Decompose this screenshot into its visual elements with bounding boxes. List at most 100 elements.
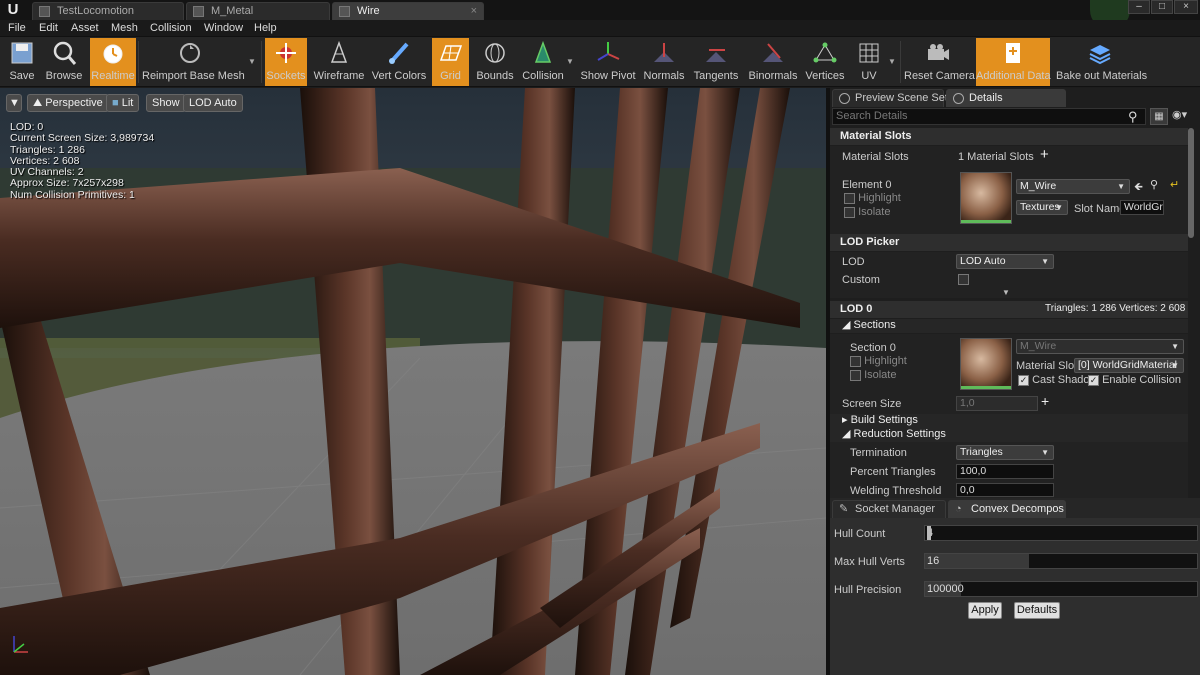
grid-button[interactable]: Grid <box>432 38 469 86</box>
menu-help[interactable]: Help <box>254 22 277 34</box>
slot-name-field[interactable]: WorldGrid <box>1120 200 1164 215</box>
reset-camera-button[interactable]: Reset Camera <box>904 38 975 86</box>
menu-window[interactable]: Window <box>204 22 243 34</box>
lod-value: LOD Auto <box>960 255 1006 267</box>
binormals-button[interactable]: Binormals <box>747 38 799 86</box>
unreal-logo-icon[interactable]: U <box>4 1 22 19</box>
sockets-button[interactable]: Sockets <box>265 38 307 86</box>
menu-mesh[interactable]: Mesh <box>111 22 138 34</box>
save-button[interactable]: Save <box>2 38 42 86</box>
custom-checkbox[interactable] <box>958 274 969 285</box>
enable-collision-checkbox[interactable]: ✓ Enable Collision <box>1088 374 1181 386</box>
uv-dropdown-arrow-icon[interactable]: ▼ <box>888 57 896 66</box>
axis-gizmo-icon <box>13 636 28 653</box>
chevron-down-icon: ▼ <box>1041 448 1049 457</box>
vertices-button[interactable]: Vertices <box>804 38 846 86</box>
close-window-button[interactable]: × <box>1174 0 1198 14</box>
view-options-grid-icon[interactable]: ▦ <box>1150 108 1168 125</box>
tab-m-metal[interactable]: M_Metal <box>186 2 330 20</box>
use-selected-arrow-icon[interactable]: 🡸 <box>1134 178 1143 197</box>
close-tab-icon[interactable]: × <box>471 3 477 20</box>
reduction-settings-header[interactable]: ◢ Reduction Settings <box>830 428 1188 442</box>
highlight-checkbox[interactable]: Highlight <box>844 192 901 204</box>
bounds-button[interactable]: Bounds <box>475 38 515 86</box>
uv-button[interactable]: UV <box>852 38 886 86</box>
tab-convex-decomposition[interactable]: ◔ Convex Decompos <box>948 500 1066 518</box>
tab-wire[interactable]: Wire × <box>332 2 484 20</box>
percent-triangles-field[interactable]: 100,0 <box>956 464 1054 479</box>
tab-socket-manager[interactable]: ✎ Socket Manager <box>832 500 946 518</box>
menu-collision[interactable]: Collision <box>150 22 192 34</box>
section-material-thumbnail[interactable] <box>960 338 1012 390</box>
lod-picker-header[interactable]: LOD Picker <box>830 234 1188 251</box>
lod0-header[interactable]: LOD 0 Triangles: 1 286 Vertices: 2 608 <box>830 301 1188 318</box>
termination-dropdown[interactable]: Triangles ▼ <box>956 445 1054 460</box>
menu-bar: File Edit Asset Mesh Collision Window He… <box>0 20 1200 37</box>
add-screen-size-icon[interactable]: + <box>1041 393 1049 409</box>
cast-shadow-checkbox[interactable]: ✓ Cast Shadow <box>1018 374 1098 386</box>
tab-details[interactable]: Details <box>946 89 1066 107</box>
lod-auto-button[interactable]: LOD Auto <box>183 94 243 112</box>
minimize-button[interactable]: – <box>1128 0 1150 14</box>
reimport-base-mesh-button[interactable]: Reimport Base Mesh <box>142 38 245 86</box>
section-highlight-checkbox[interactable]: Highlight <box>850 355 907 367</box>
menu-file[interactable]: File <box>8 22 26 34</box>
expand-arrow-icon[interactable]: ▼ <box>1002 288 1010 297</box>
menu-edit[interactable]: Edit <box>39 22 58 34</box>
material-slots-header[interactable]: Material Slots <box>830 128 1188 145</box>
hull-count-slider[interactable]: 4 <box>924 525 1198 541</box>
material-slots-count: 1 Material Slots <box>958 151 1034 163</box>
tab-label: Details <box>969 92 1003 104</box>
tangents-button[interactable]: Tangents <box>692 38 740 86</box>
realtime-button[interactable]: Realtime <box>90 38 136 86</box>
material-thumbnail[interactable] <box>960 172 1012 224</box>
details-scrollbar[interactable] <box>1188 128 1194 238</box>
search-details-input[interactable]: Search Details <box>832 108 1146 125</box>
add-material-slot-icon[interactable]: + <box>1040 146 1049 163</box>
hull-precision-slider[interactable]: 100000 <box>924 581 1198 597</box>
welding-threshold-label: Welding Threshold <box>850 485 942 497</box>
material-dropdown[interactable]: M_Wire ▼ <box>1016 179 1130 194</box>
collision-dropdown-arrow-icon[interactable]: ▼ <box>566 57 574 66</box>
reset-material-icon[interactable]: ↵ <box>1170 178 1179 191</box>
additional-data-button[interactable]: Additional Data <box>976 38 1051 86</box>
isolate-checkbox[interactable]: Isolate <box>844 206 890 218</box>
menu-asset[interactable]: Asset <box>71 22 99 34</box>
apply-button[interactable]: Apply <box>968 602 1002 619</box>
normals-button[interactable]: Normals <box>642 38 686 86</box>
toolbar-divider <box>900 41 901 83</box>
show-pivot-button[interactable]: Show Pivot <box>580 38 636 86</box>
chevron-down-icon: ▼ <box>1055 203 1063 212</box>
max-hull-verts-slider[interactable]: 16 <box>924 553 1198 569</box>
mesh-viewport[interactable]: ▼ ⛰ Perspective ■ Lit Show LOD Auto LOD:… <box>0 88 826 675</box>
preview-scene-icon <box>839 93 850 104</box>
vert-colors-button[interactable]: Vert Colors <box>371 38 427 86</box>
material-slot-dropdown[interactable]: [0] WorldGridMaterial ▼ <box>1074 358 1184 373</box>
tab-testlocomotion[interactable]: TestLocomotion <box>32 2 184 20</box>
browse-asset-icon[interactable]: ⚲ <box>1150 178 1158 191</box>
maximize-button[interactable]: □ <box>1151 0 1173 14</box>
defaults-button[interactable]: Defaults <box>1014 602 1060 619</box>
stat-collision: Num Collision Primitives: 1 <box>10 188 135 201</box>
tab-preview-scene-set[interactable]: Preview Scene Set <box>832 89 948 107</box>
toolbar-label: Wireframe <box>313 70 365 82</box>
lit-button[interactable]: ■ Lit <box>106 94 140 112</box>
toolbar-label: Tangents <box>693 70 739 82</box>
viewport-options-button[interactable]: ▼ <box>6 94 22 112</box>
section-isolate-checkbox[interactable]: Isolate <box>850 369 896 381</box>
expand-arrow-icon: ▸ <box>842 414 851 426</box>
thumbnail-bar <box>961 386 1011 389</box>
build-settings-header[interactable]: ▸ Build Settings <box>830 414 1188 428</box>
reimport-dropdown-arrow-icon[interactable]: ▼ <box>248 57 256 66</box>
show-button[interactable]: Show <box>146 94 186 112</box>
collision-button[interactable]: Collision <box>520 38 566 86</box>
sections-header[interactable]: ◢ Sections <box>830 319 1188 333</box>
bake-out-materials-button[interactable]: Bake out Materials <box>1056 38 1147 86</box>
welding-threshold-field[interactable]: 0,0 <box>956 483 1054 497</box>
lod-dropdown[interactable]: LOD Auto ▼ <box>956 254 1054 269</box>
perspective-button[interactable]: ⛰ Perspective <box>27 94 109 112</box>
textures-dropdown[interactable]: Textures ▼ <box>1016 200 1068 215</box>
visibility-eye-icon[interactable]: ◉▾ <box>1172 108 1187 121</box>
browse-button[interactable]: Browse <box>43 38 85 86</box>
wireframe-button[interactable]: Wireframe <box>313 38 365 86</box>
